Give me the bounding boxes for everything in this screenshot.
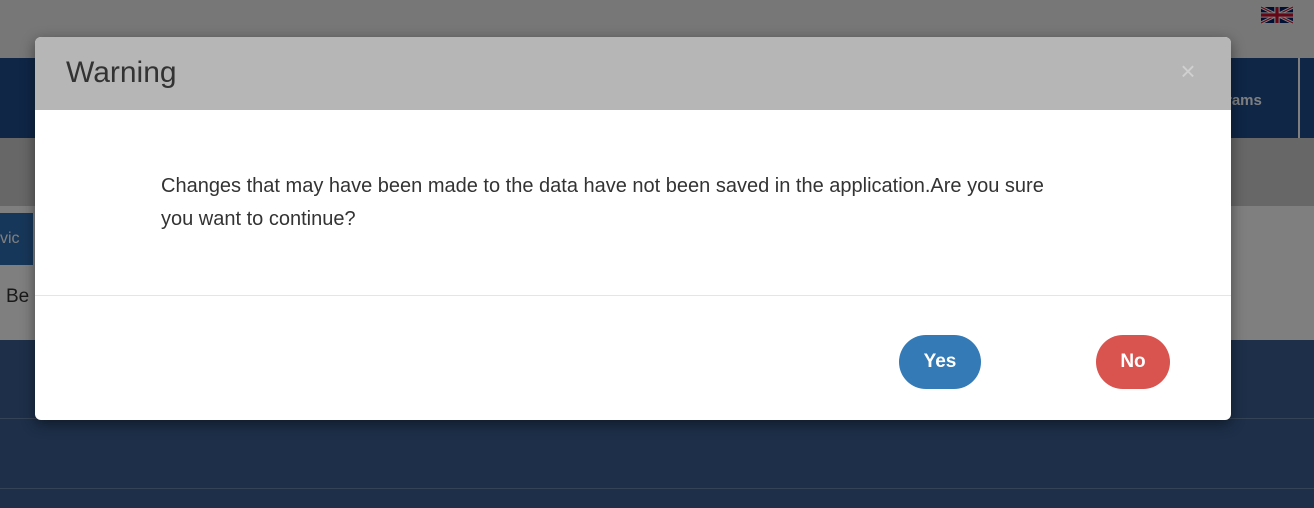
warning-dialog: Warning × Changes that may have been mad… [35,37,1231,420]
no-button[interactable]: No [1096,335,1170,389]
footer-divider [35,295,1231,296]
dialog-title: Warning [66,56,177,89]
dialog-message: Changes that may have been made to the d… [161,175,1044,230]
dialog-header: Warning × [35,37,1231,110]
yes-button[interactable]: Yes [899,335,981,389]
close-icon[interactable]: × [1176,58,1200,84]
